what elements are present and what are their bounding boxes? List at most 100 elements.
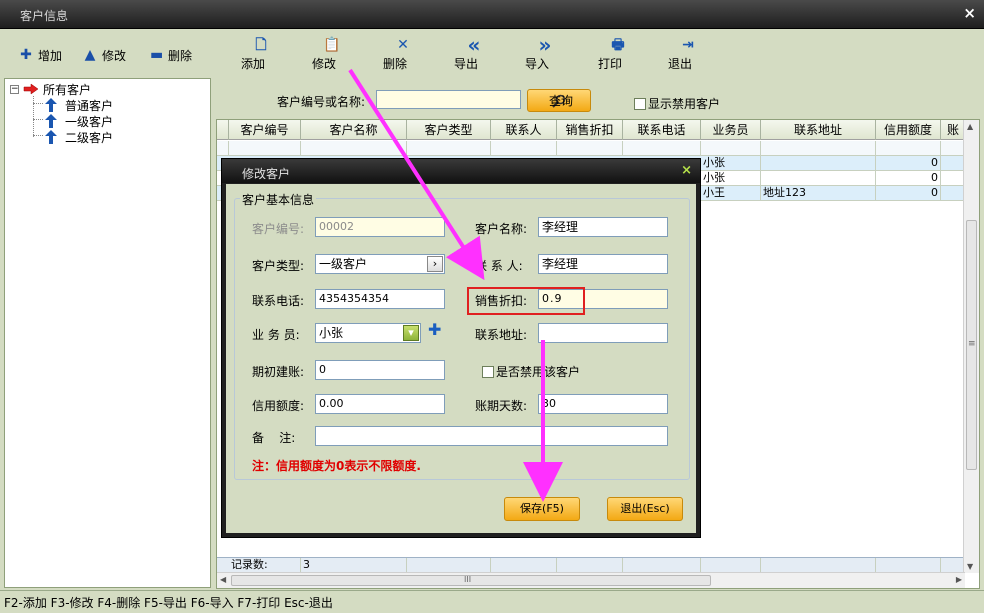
scroll-left-icon[interactable]: ◀: [220, 575, 226, 584]
collapse-icon[interactable]: −: [10, 84, 19, 94]
tree-item-level1[interactable]: 一级客户: [45, 113, 113, 129]
tree-item-label: 普通客户: [65, 98, 114, 113]
type-select[interactable]: 一级客户 ›: [315, 254, 445, 274]
chevron-down-icon[interactable]: ▾: [403, 325, 419, 341]
toolbar-import-label: 导入: [525, 57, 550, 71]
column-header[interactable]: 联系地址: [761, 120, 876, 140]
days-field[interactable]: 30: [538, 394, 668, 414]
remark-field[interactable]: [315, 426, 668, 446]
dialog-exit-button[interactable]: 退出(Esc): [607, 497, 683, 521]
scroll-up-icon[interactable]: ▲: [967, 122, 973, 131]
credit-note: 注：信用额度为0表示不限额度.: [252, 459, 421, 473]
new-document-icon: 🗋: [255, 37, 267, 53]
column-header[interactable]: 信用额度: [876, 120, 941, 140]
horizontal-scrollbar[interactable]: ◀ III ▶: [217, 572, 965, 588]
table-cell: [557, 141, 623, 156]
table-cell: [301, 141, 407, 156]
opening-field[interactable]: 0: [315, 360, 445, 380]
minus-icon: ▬: [150, 47, 164, 63]
row-header-corner: [217, 120, 229, 140]
shortcut-hints: F2-添加 F3-修改 F4-删除 F5-导出 F6-导入 F7-打印 Esc-…: [4, 596, 333, 610]
table-cell: [229, 141, 301, 156]
column-header[interactable]: 业务员: [701, 120, 761, 140]
table-cell: [623, 558, 701, 573]
toolbar-delete-button[interactable]: ✕ 删除: [383, 37, 423, 71]
contact-field[interactable]: 李经理: [538, 254, 668, 274]
opening-label: 期初建账:: [252, 365, 305, 379]
search-bar: 客户编号或名称: 查询 显示禁用客户: [216, 78, 980, 118]
edit-button[interactable]: ▲ 修改: [84, 47, 126, 63]
credit-field[interactable]: 0.00: [315, 394, 445, 414]
scroll-down-icon[interactable]: ▼: [967, 562, 973, 571]
blue-arrow-up-icon: [45, 114, 57, 128]
scroll-right-icon[interactable]: ▶: [956, 575, 962, 584]
toolbar-delete-label: 删除: [383, 57, 408, 71]
search-input[interactable]: [376, 90, 521, 109]
tree-item-label: 所有客户: [43, 82, 92, 97]
checkbox-box[interactable]: [482, 365, 494, 378]
toolbar-add-button[interactable]: 🗋 添加: [241, 37, 281, 71]
chevron-right-icon[interactable]: ›: [427, 256, 443, 272]
dialog-body: 客户基本信息 客户编号: 00002 客户名称: 李经理 客户类型: 一级客户 …: [226, 184, 696, 533]
disable-customer-checkbox[interactable]: 是否禁用该客户: [482, 363, 580, 380]
add-button[interactable]: ✚ 增加: [20, 47, 62, 63]
tree-item-label: 二级客户: [65, 130, 114, 145]
dialog-titlebar: 修改客户 ×: [222, 159, 700, 183]
vertical-scroll-thumb[interactable]: ≡: [966, 220, 977, 470]
dialog-title: 修改客户: [242, 167, 291, 181]
plus-icon: ✚: [20, 47, 32, 63]
tree-connector: [33, 119, 43, 120]
toolbar-edit-button[interactable]: 📋 修改: [312, 37, 352, 71]
table-cell: [623, 141, 701, 156]
table-row[interactable]: [217, 141, 965, 156]
window-title: 客户信息: [20, 9, 69, 23]
search-button[interactable]: 查询: [527, 89, 591, 112]
table-cell: [407, 558, 491, 573]
column-header[interactable]: 联系人: [491, 120, 557, 140]
toolbar-export-button[interactable]: « 导出: [454, 35, 494, 71]
save-button[interactable]: 保存(F5): [504, 497, 580, 521]
record-count-value: 3: [301, 558, 407, 573]
toolbar-exit-button[interactable]: ⇥ 退出: [668, 37, 708, 71]
tree-connector: [33, 135, 43, 136]
table-cell: [491, 141, 557, 156]
column-header[interactable]: 账: [941, 120, 965, 140]
show-disabled-checkbox[interactable]: 显示禁用客户: [634, 95, 720, 112]
close-icon[interactable]: ×: [963, 4, 976, 22]
window-titlebar: 客户信息 ×: [0, 0, 984, 29]
column-header[interactable]: 客户编号: [229, 120, 301, 140]
column-header[interactable]: 销售折扣: [557, 120, 623, 140]
toolbar-print-button[interactable]: 🖶 打印: [598, 37, 638, 71]
grid-header: 客户编号 客户名称 客户类型 联系人 销售折扣 联系电话 业务员 联系地址 信用…: [217, 120, 965, 140]
vertical-scrollbar[interactable]: ▲ ≡ ▼: [963, 120, 979, 573]
dialog-close-icon[interactable]: ×: [681, 163, 692, 178]
tree-item-normal[interactable]: 普通客户: [45, 97, 113, 113]
toolbar-import-button[interactable]: » 导入: [525, 35, 565, 71]
table-cell: 0: [876, 171, 941, 186]
add-salesman-icon[interactable]: ✚: [428, 320, 441, 339]
column-header[interactable]: 联系电话: [623, 120, 701, 140]
column-header[interactable]: 客户名称: [301, 120, 407, 140]
toolbar-export-label: 导出: [454, 57, 479, 71]
tree-item-all[interactable]: − 所有客户: [10, 81, 91, 97]
checkbox-box[interactable]: [634, 97, 646, 110]
salesman-select[interactable]: 小张 ▾: [315, 323, 421, 343]
status-bar: F2-添加 F3-修改 F4-删除 F5-导出 F6-导入 F7-打印 Esc-…: [0, 590, 984, 613]
address-field[interactable]: [538, 323, 668, 343]
row-header: [217, 141, 229, 156]
phone-field[interactable]: 4354354354: [315, 289, 445, 309]
table-cell: [701, 141, 761, 156]
horizontal-scroll-thumb[interactable]: III: [231, 575, 711, 586]
table-cell: 地址123: [761, 186, 876, 201]
name-label: 客户名称:: [475, 222, 528, 236]
name-field[interactable]: 李经理: [538, 217, 668, 237]
column-header[interactable]: 客户类型: [407, 120, 491, 140]
delete-button[interactable]: ▬ 删除: [150, 47, 192, 63]
tree-item-label: 一级客户: [65, 114, 114, 129]
search-label: 客户编号或名称:: [277, 95, 366, 109]
table-cell: 小王: [701, 186, 761, 201]
tree-item-level2[interactable]: 二级客户: [45, 129, 113, 145]
record-count-row: 记录数: 3: [217, 557, 965, 573]
toolbar-edit-label: 修改: [312, 57, 337, 71]
days-label: 账期天数:: [475, 399, 528, 413]
